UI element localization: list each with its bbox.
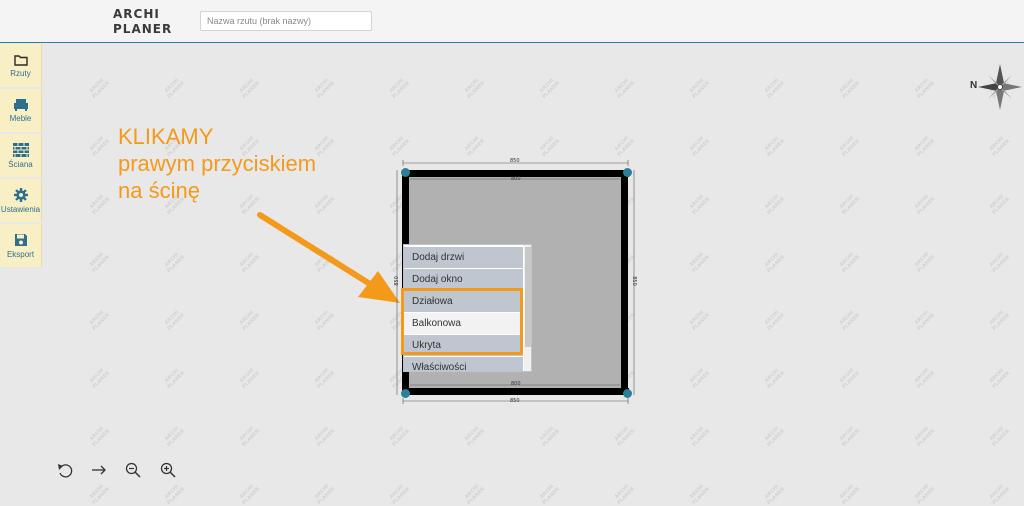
menu-scrollbar[interactable]: [524, 245, 531, 371]
undo-icon[interactable]: [56, 461, 74, 479]
menu-item-dzialowa[interactable]: Działowa: [404, 291, 523, 312]
dimension-label-bottom-inner: 800: [511, 381, 521, 387]
dimension-label-bottom-outer: 850: [510, 398, 520, 404]
menu-item-ukryta[interactable]: Ukryta: [404, 335, 523, 356]
zoom-in-icon[interactable]: [159, 461, 177, 479]
zoom-out-icon[interactable]: [124, 461, 142, 479]
wall-context-menu: Dodaj drzwi Dodaj okno Działowa Balkonow…: [403, 244, 532, 372]
menu-item-dodaj-drzwi[interactable]: Dodaj drzwi: [404, 247, 523, 268]
menu-item-wlasciwosci[interactable]: Właściwości: [404, 357, 523, 371]
menu-item-balkonowa[interactable]: Balkonowa: [404, 313, 523, 334]
dimension-label-top-outer: 850: [510, 158, 520, 164]
redo-arrow-icon[interactable]: [90, 461, 108, 479]
dimension-label-right: 850: [630, 276, 637, 286]
dimension-label-left: 850: [393, 276, 400, 286]
dimension-label-top-inner: 800: [511, 176, 521, 182]
menu-scrollbar-thumb[interactable]: [525, 247, 531, 347]
menu-item-dodaj-okno[interactable]: Dodaj okno: [404, 269, 523, 290]
